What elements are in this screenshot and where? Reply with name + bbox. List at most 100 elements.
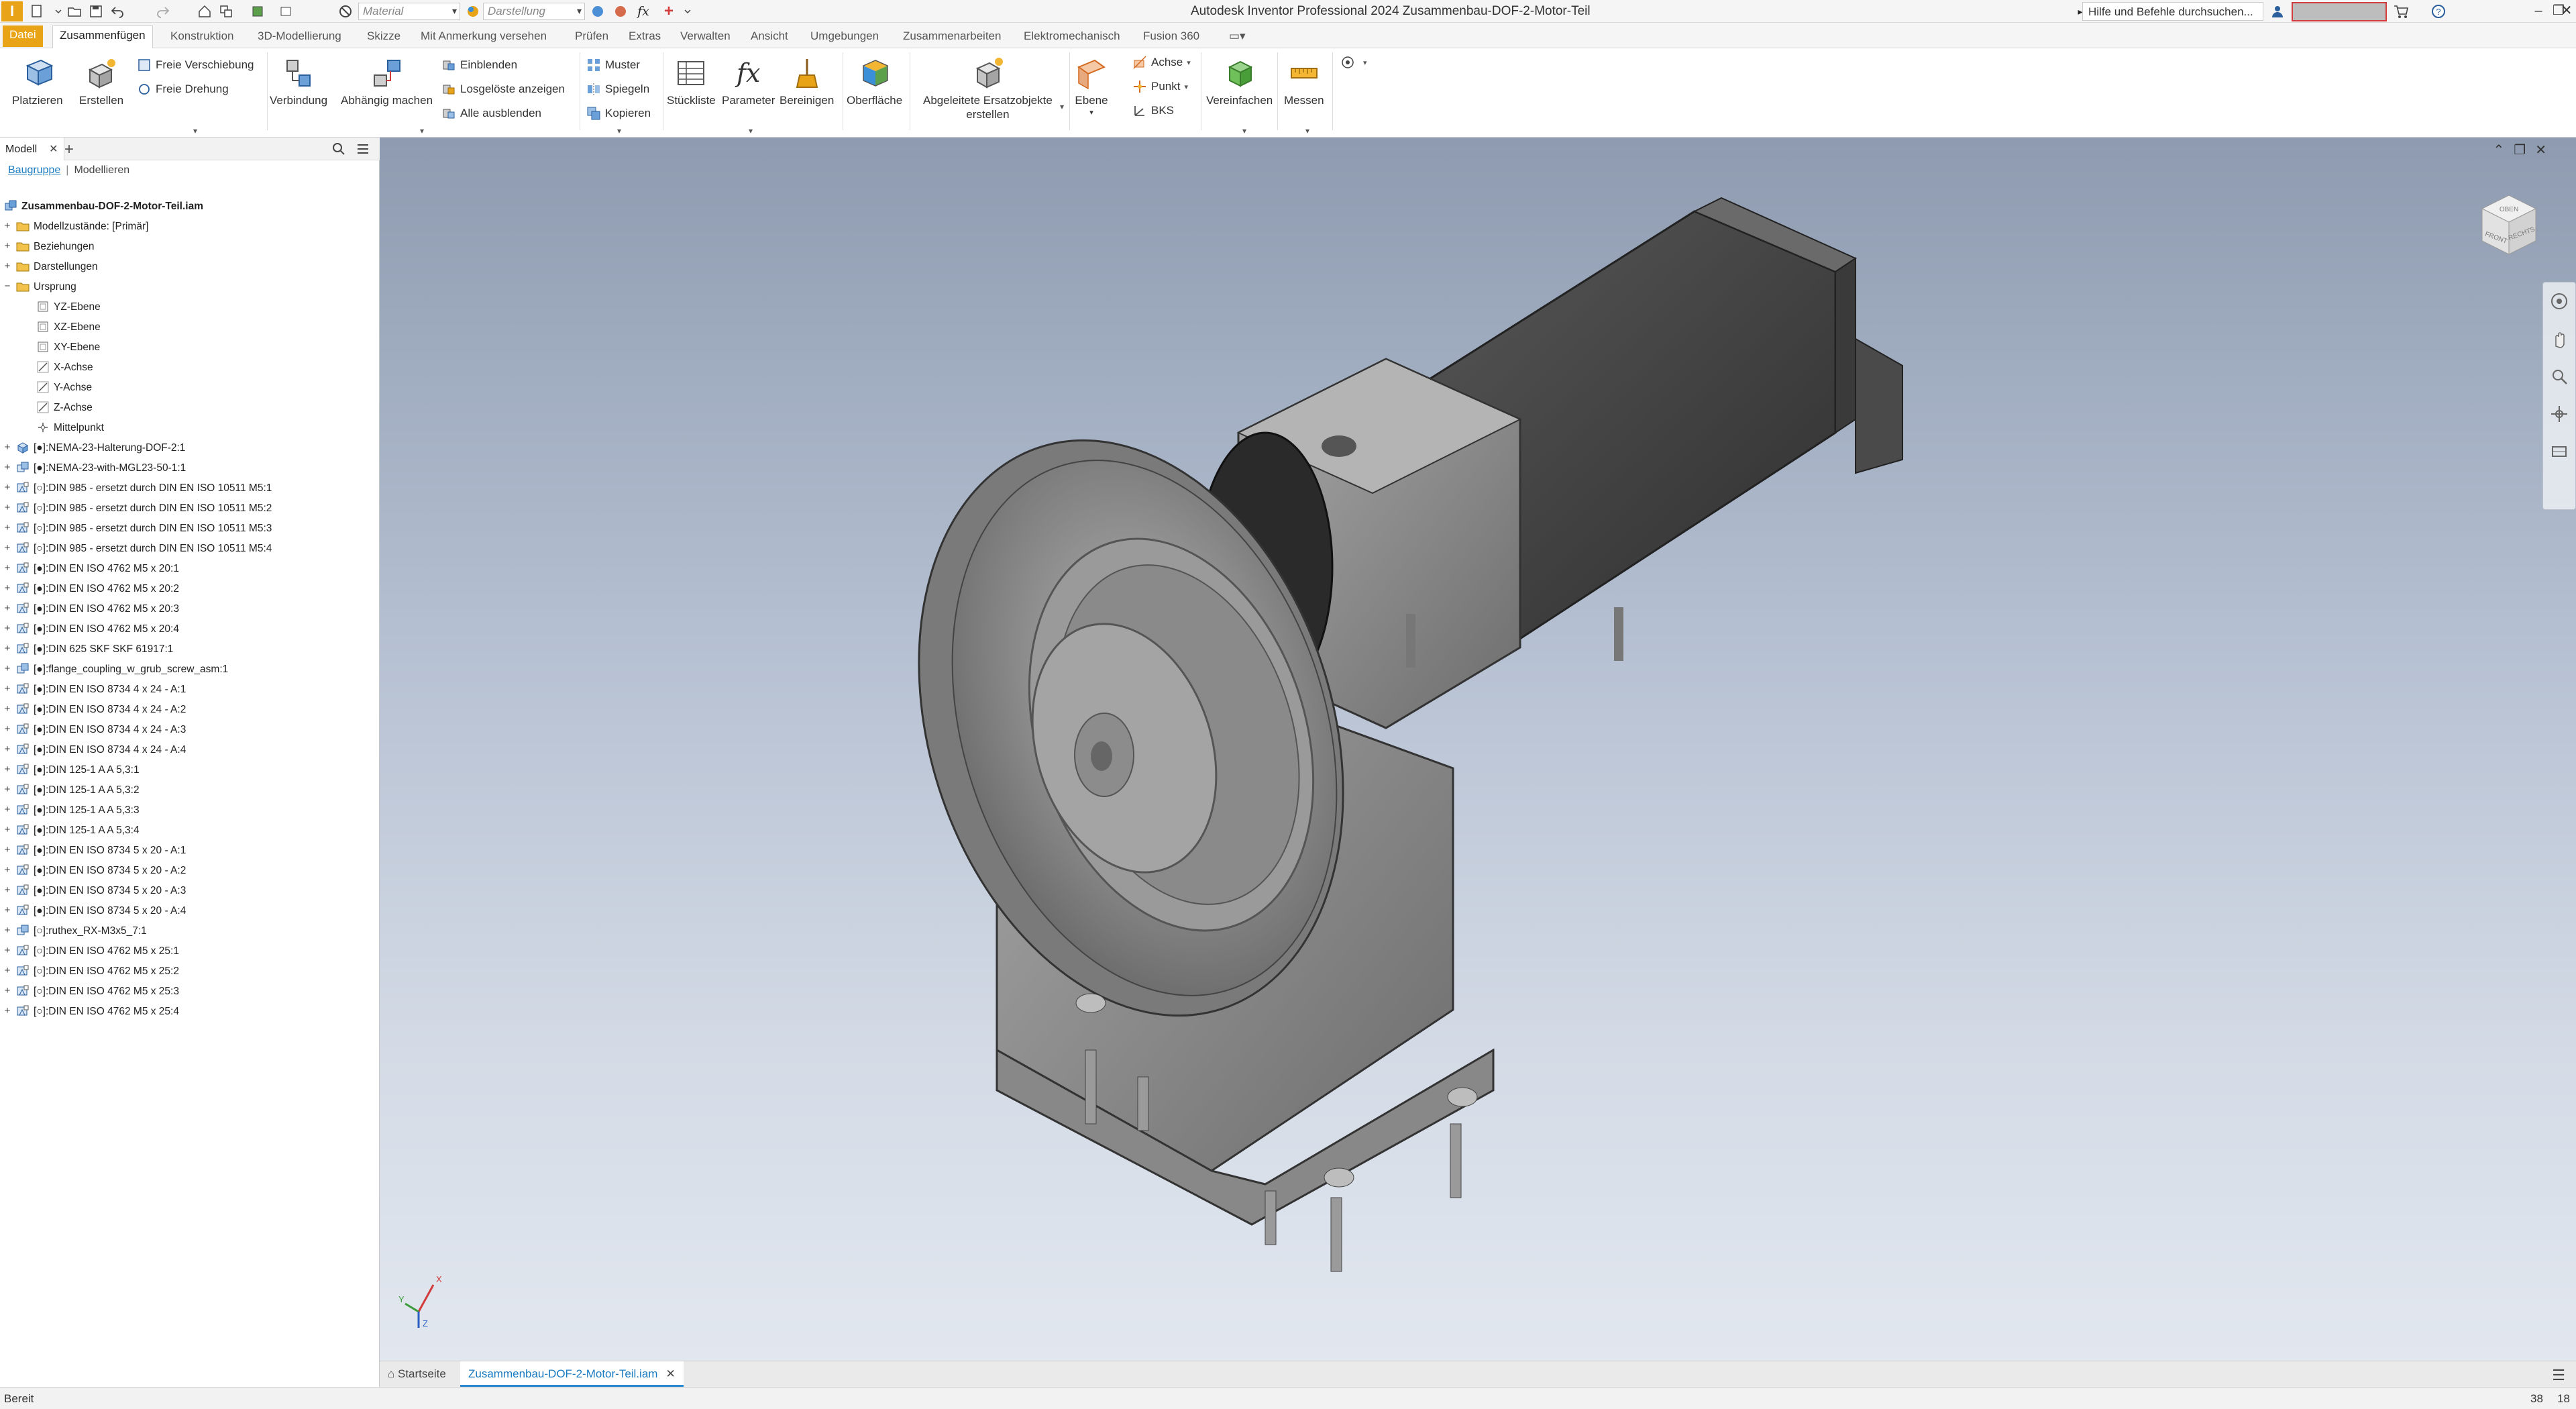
tree-row[interactable]: + [○]:ruthex_RX-M3x5_7:1 [0, 921, 380, 941]
bereinigen-button[interactable]: Bereinigen [780, 55, 834, 107]
platzieren-button[interactable]: Platzieren [12, 55, 63, 107]
expand-icon[interactable]: + [3, 684, 12, 694]
tree-row[interactable]: + [●]:DIN EN ISO 8734 4 x 24 - A:1 [0, 680, 380, 700]
add-tab-icon[interactable]: + [64, 140, 74, 159]
close-icon[interactable]: ✕ [665, 1367, 675, 1380]
tree-row[interactable]: − Ursprung [0, 277, 380, 297]
expand-icon[interactable]: + [3, 865, 12, 875]
tab-verwalten[interactable]: Verwalten [674, 27, 737, 47]
appearance-combo[interactable]: Darstellung ▾ [483, 3, 585, 20]
verbindung-button[interactable]: Verbindung [270, 55, 327, 107]
panel-dropdown-icon[interactable]: ▾ [1305, 126, 1309, 136]
panel-dropdown-icon[interactable]: ▾ [193, 126, 197, 136]
panel-dropdown-icon[interactable]: ▾ [420, 126, 424, 136]
expand-icon[interactable]: + [3, 804, 12, 815]
tree-row[interactable]: + [○]:DIN EN ISO 4762 M5 x 25:1 [0, 941, 380, 961]
hamburger-menu-icon[interactable] [356, 142, 370, 160]
tree-row[interactable]: + [●]:DIN 625 SKF SKF 61917:1 [0, 639, 380, 660]
expand-icon[interactable]: + [3, 643, 12, 654]
expand-icon[interactable]: + [3, 563, 12, 573]
bks-button[interactable]: BKS [1131, 101, 1174, 121]
expand-icon[interactable]: + [3, 704, 12, 714]
tree-row[interactable]: Mittelpunkt [0, 418, 380, 438]
tree-row[interactable]: + [●]:NEMA-23-with-MGL23-50-1:1 [0, 458, 380, 478]
tree-row[interactable]: Z-Achse [0, 398, 380, 418]
punkt-button[interactable]: Punkt ▾ [1131, 76, 1188, 97]
expand-icon[interactable]: + [3, 764, 12, 774]
tree-row[interactable]: X-Achse [0, 358, 380, 378]
select-icon[interactable] [216, 3, 236, 20]
tree-root-row[interactable]: Zusammenbau-DOF-2-Motor-Teil.iam [0, 197, 380, 217]
tab-datei[interactable]: Datei [3, 25, 43, 47]
panel-dropdown-icon[interactable]: ▾ [1242, 126, 1246, 136]
customize-quick-access-icon[interactable] [678, 3, 698, 20]
pan-hand-icon[interactable] [2543, 320, 2575, 358]
modellieren-link[interactable]: Modellieren [74, 164, 129, 176]
tree-row[interactable]: + [○]:DIN 985 - ersetzt durch DIN EN ISO … [0, 478, 380, 499]
muster-button[interactable]: Muster [585, 55, 640, 75]
tree-row[interactable]: Y-Achse [0, 378, 380, 398]
expand-icon[interactable]: + [3, 442, 12, 452]
minimize-icon[interactable]: – [2529, 1, 2548, 20]
tree-row[interactable]: + [●]:DIN EN ISO 4762 M5 x 20:4 [0, 619, 380, 639]
help-icon[interactable]: ? [2428, 3, 2449, 20]
expand-icon[interactable]: + [3, 583, 12, 593]
panel-dropdown-icon[interactable]: ▾ [617, 126, 621, 136]
expand-icon[interactable]: + [3, 241, 12, 251]
tree-row[interactable]: + [●]:DIN 125-1 A A 5,3:1 [0, 760, 380, 780]
tree-row[interactable]: + Beziehungen [0, 237, 380, 257]
tab-pruefen[interactable]: Prüfen [568, 27, 615, 47]
baugruppe-link[interactable]: Baugruppe [8, 164, 60, 176]
expand-icon[interactable]: + [3, 543, 12, 553]
adjust-appearance-icon[interactable] [588, 3, 608, 20]
expand-icon[interactable]: + [3, 261, 12, 271]
tree-row[interactable]: + [●]:DIN EN ISO 8734 5 x 20 - A:2 [0, 861, 380, 881]
tree-row[interactable]: + [●]:DIN EN ISO 8734 4 x 24 - A:3 [0, 720, 380, 740]
expand-icon[interactable]: + [3, 724, 12, 734]
tab-3d-modellierung[interactable]: 3D-Modellierung [251, 27, 348, 47]
parameter-button[interactable]: fx Parameter [722, 55, 775, 107]
clear-appearance-icon[interactable] [610, 3, 631, 20]
tree-row[interactable]: + [●]:DIN EN ISO 8734 5 x 20 - A:4 [0, 901, 380, 921]
search-icon[interactable] [331, 142, 346, 160]
expand-icon[interactable]: + [3, 966, 12, 976]
ribbon-options-button[interactable]: ▭▾ [1222, 27, 1252, 47]
tab-startseite[interactable]: ⌂ Startseite [380, 1361, 454, 1387]
tree-row[interactable]: + [○]:DIN 985 - ersetzt durch DIN EN ISO … [0, 539, 380, 559]
expand-icon[interactable]: + [3, 925, 12, 935]
abhaengig-machen-button[interactable]: Abhängig machen [341, 55, 433, 107]
tab-fusion-360[interactable]: Fusion 360 [1136, 27, 1206, 47]
expand-icon[interactable]: + [3, 1006, 12, 1016]
vereinfachen-button[interactable]: Vereinfachen [1206, 55, 1273, 107]
tree-row[interactable]: + [●]:DIN EN ISO 4762 M5 x 20:3 [0, 599, 380, 619]
tab-skizze[interactable]: Skizze [360, 27, 407, 47]
expand-icon[interactable]: + [3, 885, 12, 895]
look-at-icon[interactable] [2543, 433, 2575, 470]
tab-zusammenfuegen[interactable]: Zusammenfügen [52, 25, 153, 48]
tab-modell[interactable]: Modell ✕ [0, 138, 64, 160]
tab-konstruktion[interactable]: Konstruktion [164, 27, 241, 47]
new-file-icon[interactable] [27, 3, 47, 20]
expand-icon[interactable]: + [3, 523, 12, 533]
tab-elektromechanisch[interactable]: Elektromechanisch [1017, 27, 1127, 47]
viewcube[interactable]: OBEN FRONT RECHTS [2469, 185, 2549, 268]
expand-icon[interactable]: + [3, 825, 12, 835]
tree-row[interactable]: + [●]:DIN 125-1 A A 5,3:2 [0, 780, 380, 800]
expand-icon[interactable]: + [3, 905, 12, 915]
kopieren-button[interactable]: Kopieren [585, 103, 651, 123]
freie-drehung-button[interactable]: Freie Drehung [136, 79, 229, 99]
expand-icon[interactable]: + [3, 482, 12, 492]
ebene-button[interactable]: Ebene ▾ [1073, 55, 1110, 119]
tree-row[interactable]: + [●]:DIN EN ISO 8734 5 x 20 - A:3 [0, 881, 380, 901]
no-entry-icon[interactable] [335, 3, 356, 20]
zoom-icon[interactable] [2543, 358, 2575, 395]
expand-icon[interactable]: + [3, 503, 12, 513]
redo-icon[interactable] [153, 3, 173, 20]
expand-icon[interactable]: + [3, 462, 12, 472]
expand-icon[interactable]: + [3, 603, 12, 613]
tree-row[interactable]: + Darstellungen [0, 257, 380, 277]
tree-row[interactable]: + [○]:DIN 985 - ersetzt durch DIN EN ISO … [0, 519, 380, 539]
erstellen-button[interactable]: Erstellen [79, 55, 123, 107]
tree-row[interactable]: + [●]:DIN 125-1 A A 5,3:4 [0, 821, 380, 841]
orbit-icon[interactable] [2543, 395, 2575, 433]
